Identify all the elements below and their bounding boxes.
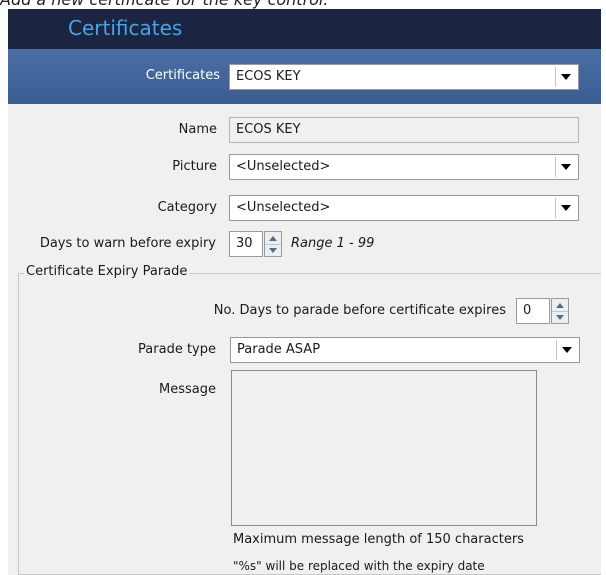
- chevron-down-icon[interactable]: [555, 198, 576, 218]
- picture-label: Picture: [172, 159, 217, 174]
- days-warn-range-hint: Range 1 - 99: [291, 236, 375, 251]
- title-bar: Certificates: [8, 9, 601, 49]
- category-select-value: <Unselected>: [236, 200, 331, 215]
- parade-type-value: Parade ASAP: [237, 342, 321, 357]
- max-length-note: Maximum message length of 150 characters: [233, 532, 524, 547]
- caption-text: Add a new certificate for the key contro…: [0, 0, 606, 9]
- certificate-selector-bar: Certificates ECOS KEY: [8, 49, 601, 104]
- parade-type-select[interactable]: Parade ASAP: [230, 337, 580, 363]
- days-warn-input[interactable]: 30: [229, 231, 263, 257]
- days-warn-label: Days to warn before expiry: [39, 236, 216, 251]
- window-title: Certificates: [68, 16, 183, 40]
- certificates-select[interactable]: ECOS KEY: [229, 64, 579, 90]
- picture-select[interactable]: <Unselected>: [229, 154, 579, 180]
- spin-down-icon[interactable]: [552, 311, 568, 323]
- days-warn-value: 30: [236, 236, 253, 251]
- certificates-window: Certificates Certificates ECOS KEY Name …: [8, 9, 601, 575]
- message-textarea[interactable]: [231, 370, 537, 526]
- name-field-value: ECOS KEY: [236, 122, 301, 137]
- category-label: Category: [157, 200, 217, 215]
- spin-down-icon[interactable]: [265, 244, 281, 256]
- certificates-label: Certificates: [145, 68, 220, 83]
- chevron-down-icon[interactable]: [555, 67, 576, 87]
- parade-days-value: 0: [523, 303, 532, 318]
- parade-days-spinner[interactable]: [551, 298, 569, 324]
- chevron-down-icon[interactable]: [556, 340, 577, 360]
- picture-select-value: <Unselected>: [236, 159, 331, 174]
- parade-type-label: Parade type: [138, 342, 216, 357]
- parade-days-label: No. Days to parade before certificate ex…: [213, 303, 506, 318]
- expiry-parade-legend: Certificate Expiry Parade: [24, 264, 190, 279]
- parade-days-input[interactable]: 0: [516, 298, 550, 324]
- name-field[interactable]: ECOS KEY: [229, 117, 579, 143]
- category-select[interactable]: <Unselected>: [229, 195, 579, 221]
- name-label: Name: [178, 122, 217, 137]
- message-label: Message: [159, 382, 216, 397]
- replace-note: "%s" will be replaced with the expiry da…: [233, 559, 485, 573]
- days-warn-spinner[interactable]: [264, 231, 282, 257]
- certificates-select-value: ECOS KEY: [236, 69, 301, 84]
- chevron-down-icon[interactable]: [555, 157, 576, 177]
